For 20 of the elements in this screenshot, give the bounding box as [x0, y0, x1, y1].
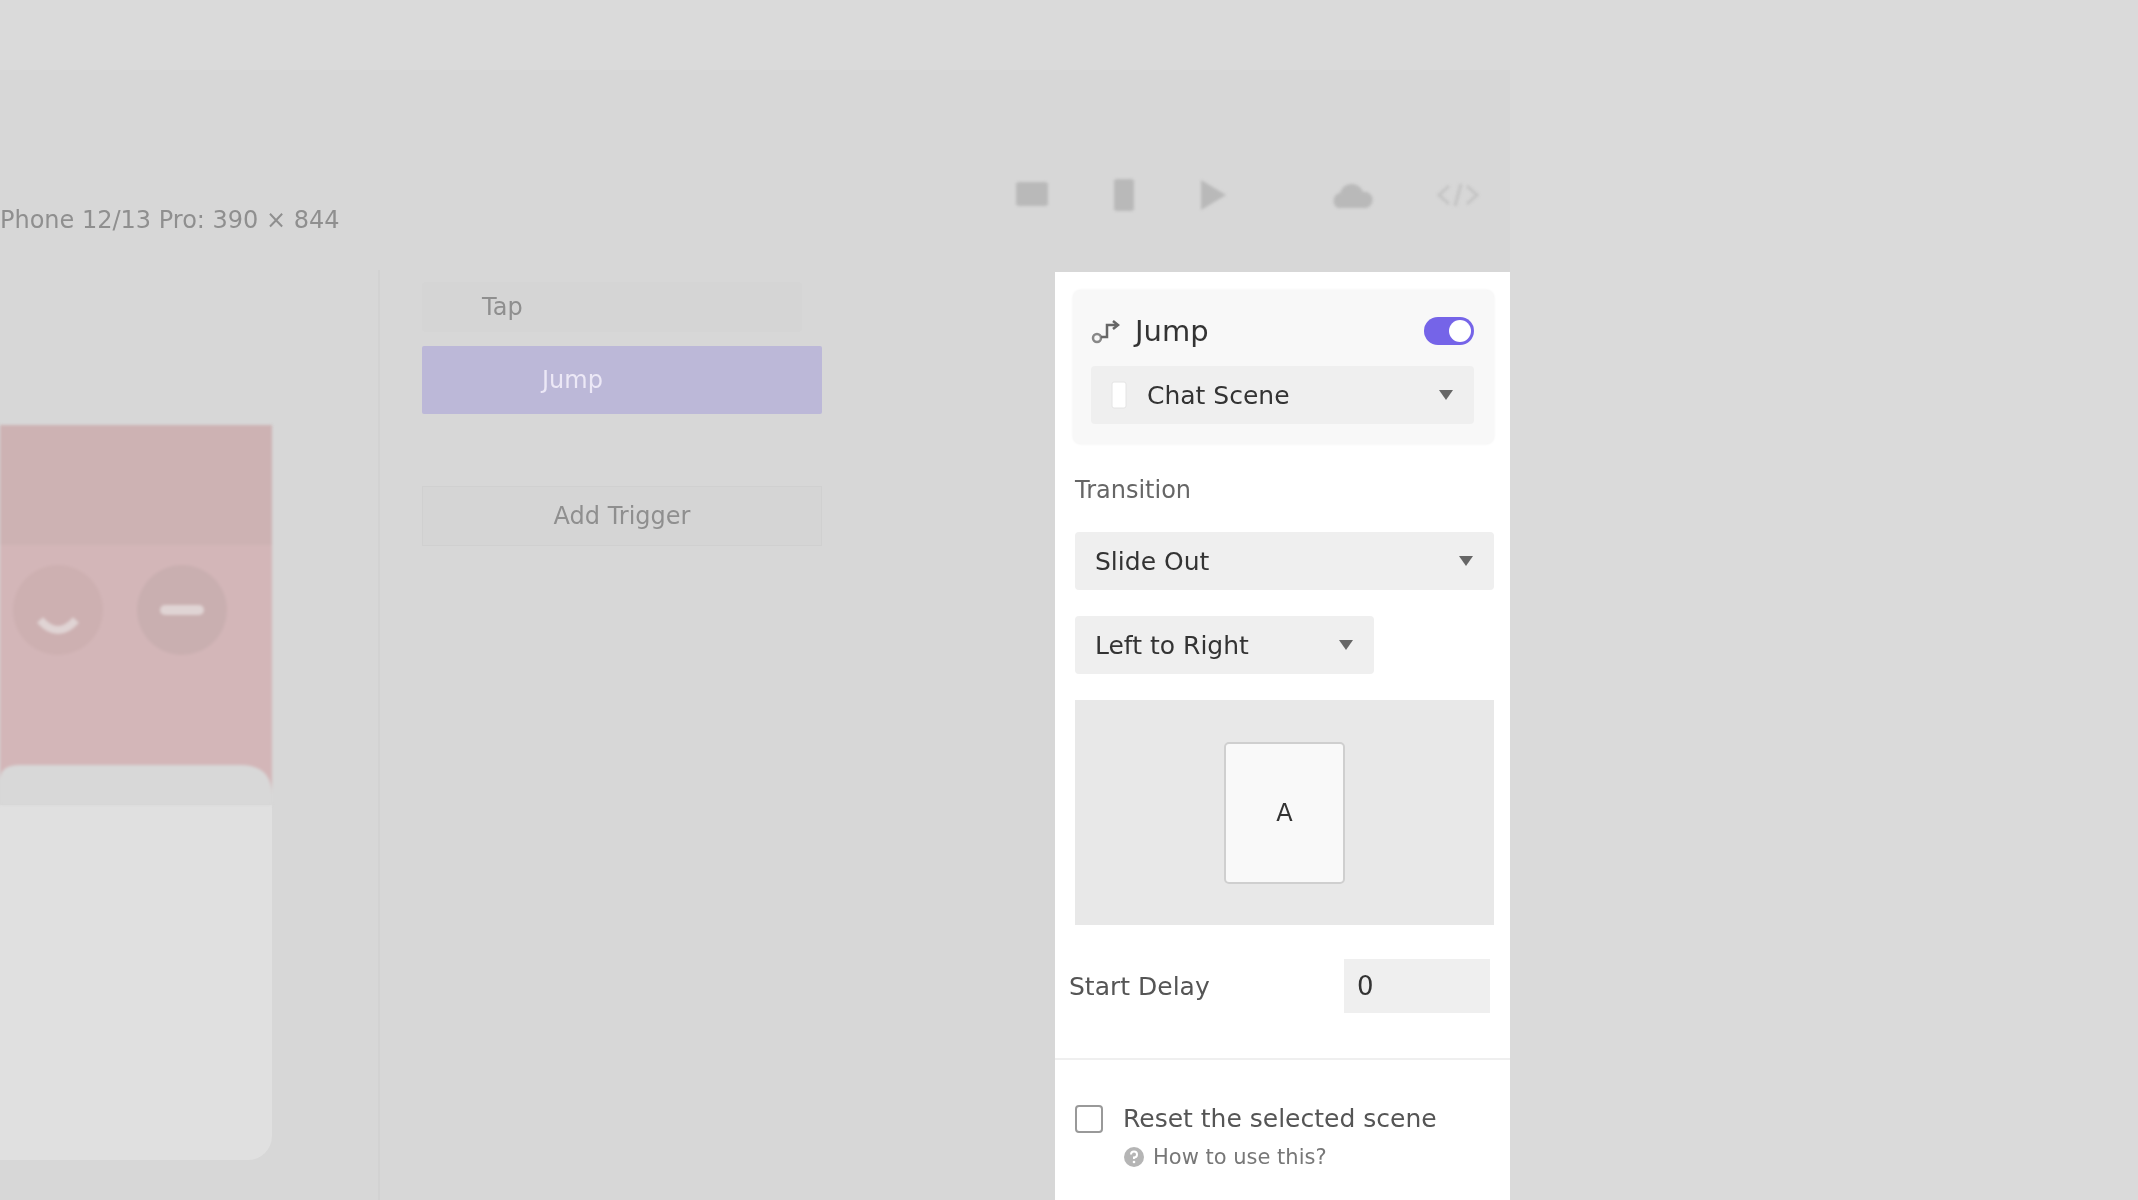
preview-card: A: [1224, 741, 1345, 884]
transition-label: Transition: [1075, 476, 1193, 504]
start-delay-label: Start Delay: [1069, 971, 1210, 1001]
jump-icon: [1091, 318, 1121, 344]
caret-icon: [1438, 389, 1454, 401]
action-title: Jump: [1135, 314, 1210, 348]
enable-toggle[interactable]: [1424, 317, 1474, 345]
phone-icon[interactable]: [1112, 178, 1136, 212]
reset-checkbox[interactable]: [1075, 1104, 1103, 1133]
start-delay-field[interactable]: 0: [1344, 959, 1490, 1013]
help-icon: [1123, 1146, 1145, 1168]
reset-label: Reset the selected scene: [1123, 1104, 1437, 1133]
caret-icon: [1338, 639, 1354, 651]
direction-dropdown[interactable]: Left to Right: [1075, 616, 1374, 674]
scene-dropdown[interactable]: Chat Scene: [1091, 366, 1474, 424]
play-icon[interactable]: [1198, 178, 1228, 212]
caret-icon: [1458, 555, 1474, 567]
device-label: Phone 12/13 Pro: 390 × 844: [0, 206, 340, 234]
help-link[interactable]: How to use this?: [1153, 1145, 1327, 1169]
transition-dropdown[interactable]: Slide Out: [1075, 532, 1494, 590]
